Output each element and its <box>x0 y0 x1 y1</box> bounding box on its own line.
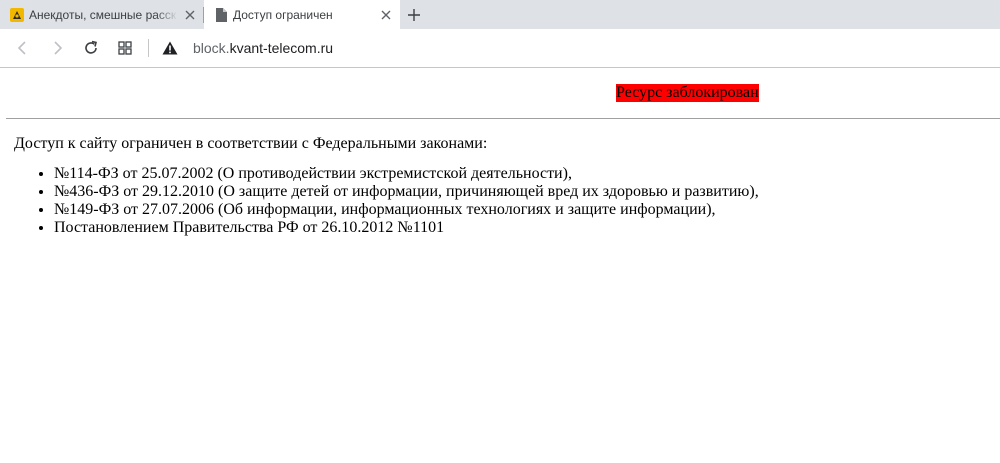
banner-area: Ресурс заблокирован <box>0 68 1000 118</box>
forward-button[interactable] <box>40 31 74 65</box>
laws-list: №114-ФЗ от 25.07.2002 (О противодействии… <box>0 165 1000 237</box>
warning-triangle-icon[interactable] <box>157 33 183 63</box>
intro-text: Доступ к сайту ограничен в соответствии … <box>14 135 488 152</box>
list-item: Постановлением Правительства РФ от 26.10… <box>54 219 1000 237</box>
list-item: №149-ФЗ от 27.07.2006 (Об информации, ин… <box>54 201 1000 219</box>
tab-anekdoty[interactable]: Анекдоты, смешные расск <box>0 0 204 29</box>
apps-button[interactable] <box>108 31 142 65</box>
forward-arrow-icon <box>54 41 63 55</box>
close-icon[interactable] <box>378 7 394 23</box>
url-subdomain: block. <box>193 40 230 56</box>
reload-icon <box>85 40 97 54</box>
plus-icon <box>408 8 420 21</box>
list-item: №436-ФЗ от 29.12.2010 (О защите детей от… <box>54 183 1000 201</box>
browser-toolbar: block.kvant-telecom.ru <box>0 29 1000 68</box>
blocked-banner: Ресурс заблокирован <box>616 84 759 102</box>
back-arrow-icon <box>17 41 26 55</box>
tab-title: Анекдоты, смешные расск <box>29 7 177 22</box>
toolbar-divider <box>148 39 149 57</box>
tab-dostup[interactable]: Доступ ограничен <box>204 0 400 29</box>
list-item: №114-ФЗ от 25.07.2002 (О противодействии… <box>54 165 1000 183</box>
url-text[interactable]: block.kvant-telecom.ru <box>193 40 333 56</box>
document-icon <box>214 7 228 22</box>
horizontal-rule <box>6 118 1000 119</box>
anekdot-favicon-icon <box>10 7 24 22</box>
apps-grid-icon <box>118 41 132 55</box>
tab-strip: Анекдоты, смешные расск Доступ ограничен <box>0 0 1000 29</box>
url-host: kvant-telecom.ru <box>229 40 334 56</box>
reload-button[interactable] <box>74 31 108 65</box>
tab-title: Доступ ограничен <box>233 7 333 22</box>
back-button[interactable] <box>6 31 40 65</box>
close-icon[interactable] <box>182 7 198 23</box>
address-bar[interactable]: block.kvant-telecom.ru <box>157 33 990 63</box>
new-tab-button[interactable] <box>400 0 428 29</box>
page-content: Ресурс заблокирован Доступ к сайту огран… <box>0 68 1000 237</box>
